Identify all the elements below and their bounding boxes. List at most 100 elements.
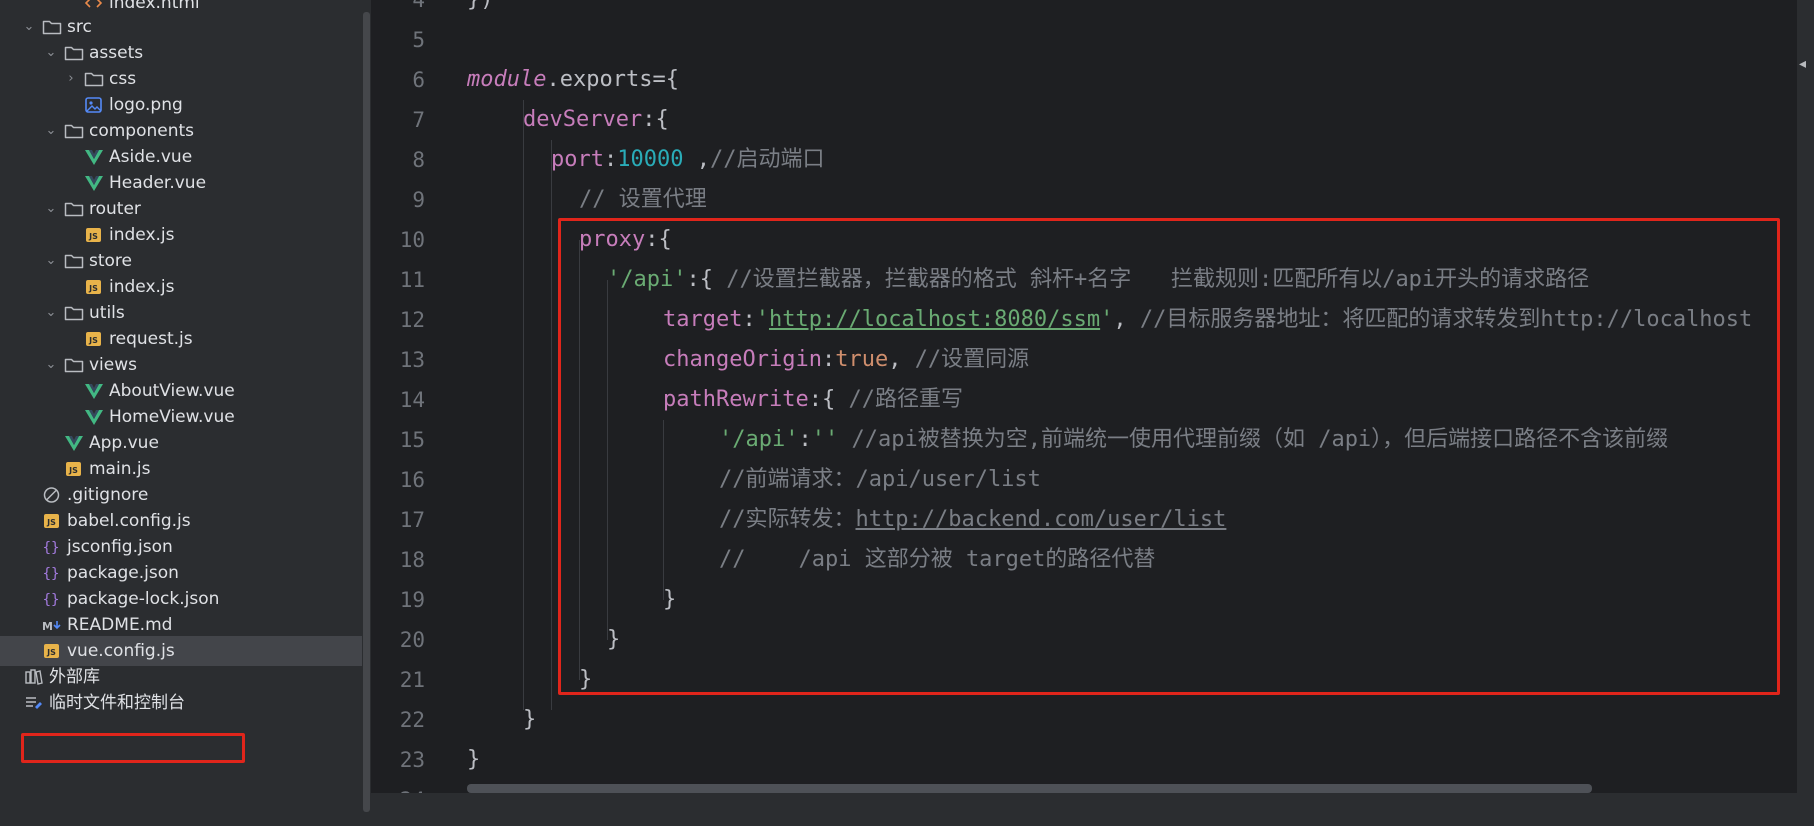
code-line-11: '/api':{ //设置拦截器，拦截器的格式 斜杆+名字 拦截规则:匹配所有以… [607,260,1589,300]
code-comment: //目标服务器地址：将匹配的请求转发到http://localhost [1139,307,1753,332]
code-token: } [663,587,677,612]
code-token: 10000 [617,147,684,172]
code-token: } [579,667,593,692]
code-token: } [467,747,481,772]
code-comment: // /api 这部分被 target的路径代替 [719,547,1156,572]
line-number: 21 [399,668,425,692]
code-line-12: target:'http://localhost:8080/ssm', //目标… [663,300,1752,340]
code-token: , [888,347,915,372]
code-token: proxy [579,227,646,252]
svg-text:JS: JS [88,232,98,241]
scratches-icon [24,688,44,718]
code-string: '' [811,427,839,452]
code-comment: //设置同源 [914,347,1030,372]
code-comment: //设置拦截器，拦截器的格式 斜杆+名字 拦截规则:匹配所有以/api开头的请求… [726,267,1590,292]
line-number: 13 [399,348,425,372]
code-token: : [742,307,756,332]
code-line-23: } [467,740,480,780]
editor-bottom-bar [371,793,1797,826]
code-comment: //启动端口 [709,147,825,172]
code-line-9: // 设置代理 [579,180,707,220]
code-token: :{ [642,107,669,132]
code-token: : [798,427,812,452]
editor-horizontal-scrollbar[interactable] [467,784,1592,793]
code-token: :{ [686,267,727,292]
code-line-22: } [523,700,536,740]
code-line-15: '/api':'' //api被替换为空,前端统一使用代理前缀（如 /api），… [719,420,1668,460]
code-keyword: true [835,347,889,372]
code-string: ' [755,307,769,332]
line-number: 18 [399,548,425,572]
code-token: , [1113,307,1140,332]
project-tree-panel: index.html ⌄ src ⌄ assets › css logo.png ⌄ compon… [0,0,371,826]
tree-item-label: 临时文件和控制台 [49,693,185,713]
code-token: devServer [523,107,643,132]
collapse-arrow-icon[interactable]: ◂ [1799,56,1806,72]
code-line-16: //前端请求：/api/user/list [719,460,1041,500]
code-comment: //前端请求：/api/user/list [719,467,1041,492]
code-url-link[interactable]: http://backend.com/user/list [856,507,1227,532]
code-token: port [551,147,604,172]
code-string: '/api' [719,427,799,452]
code-url-link[interactable]: http://localhost:8080/ssm [769,307,1100,332]
code-token: : [821,347,836,372]
code-token: .exports={ [546,67,679,92]
code-string: '/api' [607,267,687,292]
line-number: 8 [412,148,425,172]
line-number: 4 [412,0,425,12]
code-token: :{ [808,387,849,412]
code-comment: // 设置代理 [579,187,707,212]
code-line-19: } [663,580,676,620]
code-token: }) [467,0,494,12]
line-number: 16 [399,468,425,492]
code-token: target [663,307,743,332]
line-number: 12 [399,308,425,332]
code-line-14: pathRewrite:{ //路径重写 [663,380,963,420]
indent-guide [579,240,580,680]
code-line-21: } [579,660,592,700]
line-number: 17 [399,508,425,532]
indent-guide [523,100,524,710]
code-line-18: // /api 这部分被 target的路径代替 [719,540,1155,580]
line-number: 5 [412,28,425,52]
svg-text:JS: JS [46,518,56,527]
indent-guide [607,280,608,640]
svg-text:{}: {} [43,566,60,582]
line-number: 19 [399,588,425,612]
svg-text:JS: JS [46,648,56,657]
code-line-6: module.exports={ [467,60,679,100]
code-token: changeOrigin [663,347,822,372]
code-editor[interactable]: }) module.exports={ devServer:{ port:100… [467,0,1797,790]
line-number: 14 [399,388,425,412]
code-line-10: proxy:{ [579,220,672,260]
svg-text:JS: JS [68,466,78,475]
code-token: , [683,147,710,172]
editor-gutter: 456789101112131415161718192021222324 [371,0,467,812]
code-line-20: } [607,620,620,660]
svg-text:JS: JS [88,336,98,345]
line-number: 15 [399,428,425,452]
code-token: :{ [645,227,672,252]
line-number: 6 [412,68,425,92]
line-number: 10 [399,228,425,252]
code-line-4: }) [467,0,494,20]
tree-scrollbar[interactable] [363,12,370,812]
line-number: 22 [399,708,425,732]
tree-item[interactable]: 临时文件和控制台 [0,688,362,718]
code-comment: //api被替换为空,前端统一使用代理前缀（如 /api），但后端接口路径不含该… [851,427,1669,452]
code-comment: //实际转发： [719,507,856,532]
line-number: 9 [412,188,425,212]
line-number: 11 [399,268,425,292]
editor-right-strip: ◂ [1797,0,1814,826]
svg-text:{}: {} [43,540,60,556]
line-number: 23 [399,748,425,772]
code-token: : [603,147,618,172]
indent-guide [663,420,664,600]
code-string: ' [1100,307,1114,332]
svg-text:M: M [42,620,53,633]
code-line-8: port:10000 ,//启动端口 [551,140,824,180]
code-line-7: devServer:{ [523,100,669,140]
code-line-17: //实际转发：http://backend.com/user/list [719,500,1226,540]
code-comment: //路径重写 [848,387,963,412]
